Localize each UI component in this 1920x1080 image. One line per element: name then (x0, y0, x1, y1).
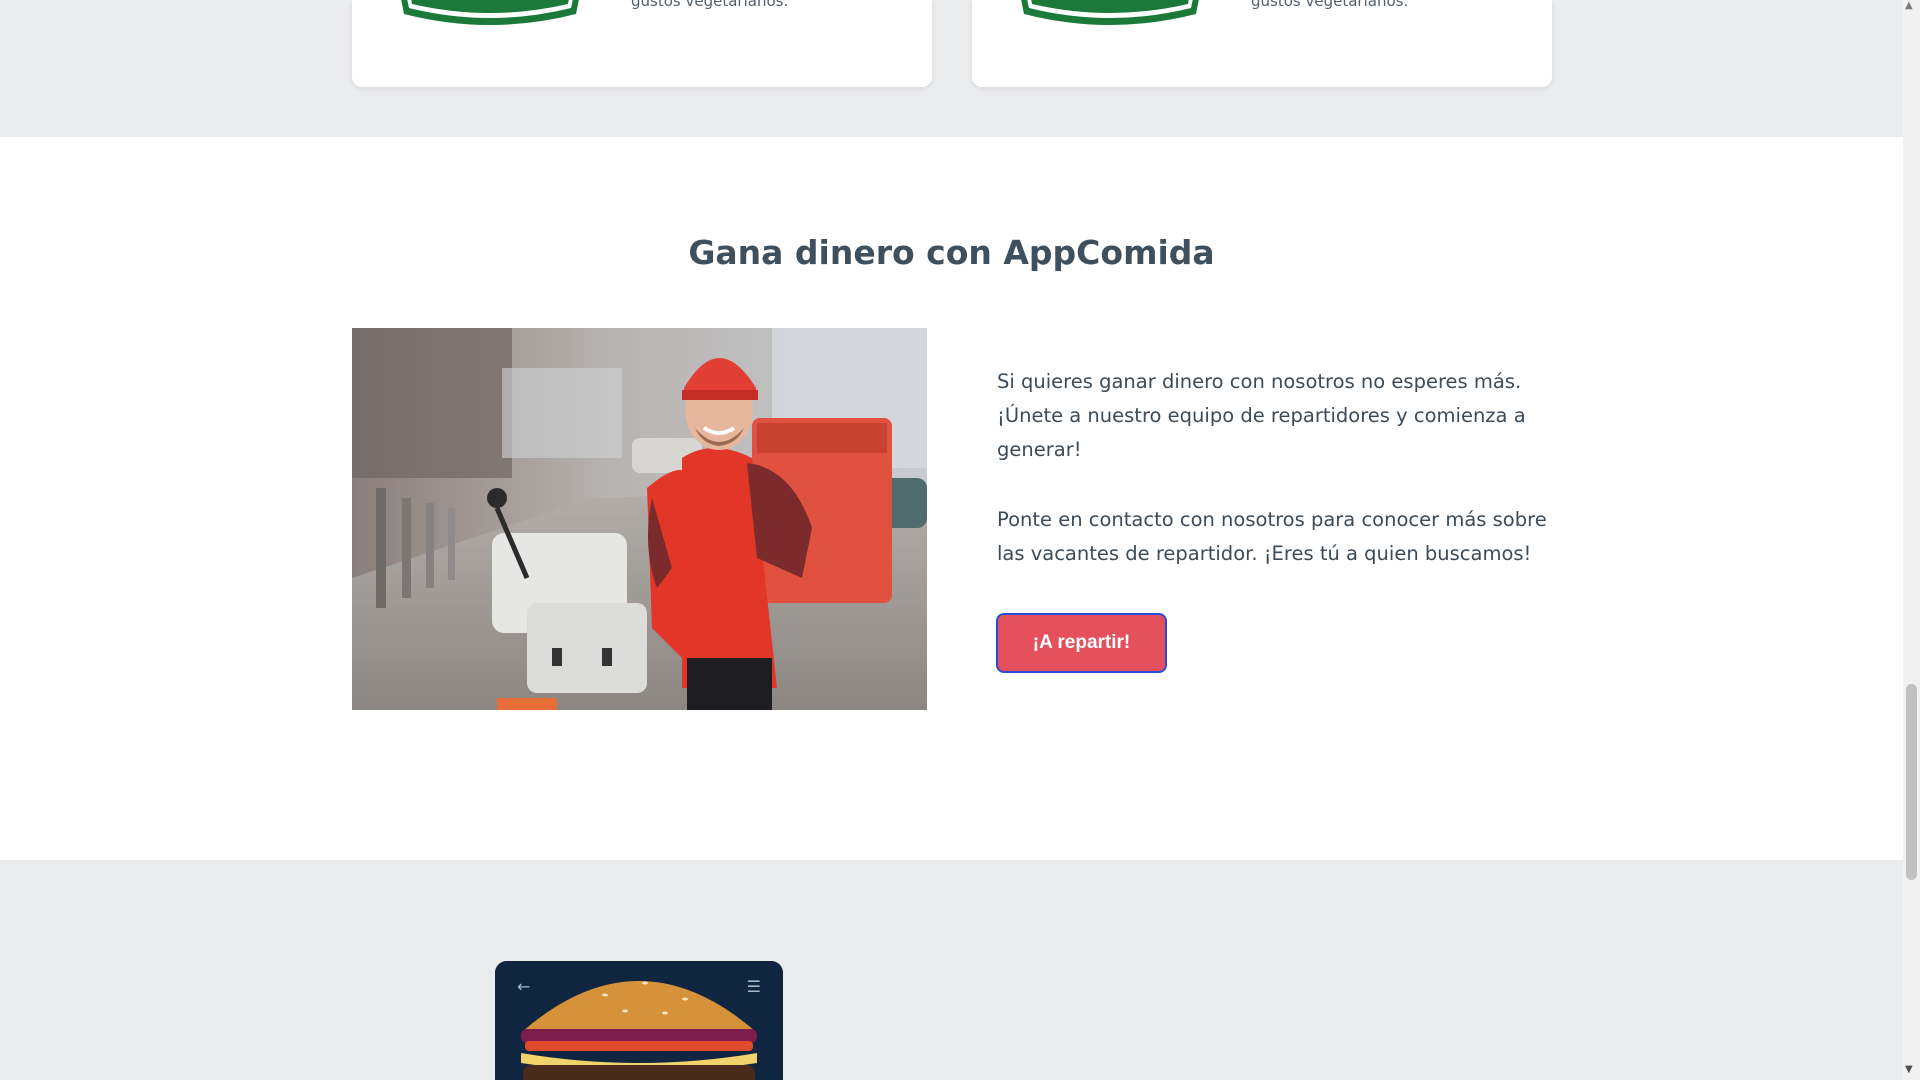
app-preview-band: ← ☰ (0, 860, 1903, 1080)
scrollbar-thumb[interactable] (1906, 684, 1917, 880)
scroll-down-arrow-icon[interactable]: ▼ (1905, 1064, 1913, 1075)
restaurant-description: gustos vegetarianos. (631, 0, 789, 10)
delivery-section: Gana dinero con AppComida Si quieres gan… (0, 137, 1903, 860)
restaurant-description: gustos vegetarianos. (1251, 0, 1409, 10)
scroll-up-arrow-icon[interactable]: ▲ (1905, 0, 1913, 11)
restaurant-card[interactable]: gustos vegetarianos. (972, 0, 1552, 87)
enchiladas-logo (1021, 0, 1199, 25)
restaurant-card[interactable]: gustos vegetarianos. (352, 0, 932, 87)
menu-icon[interactable]: ☰ (747, 977, 761, 996)
enchiladas-logo (401, 0, 579, 25)
page-scrollbar[interactable]: ▲ ▼ (1903, 0, 1920, 1080)
delivery-person-image (352, 328, 927, 710)
arrow-left-icon[interactable]: ← (517, 977, 530, 996)
page-viewport: gustos vegetarianos. gustos vegetarianos… (0, 0, 1903, 1080)
paragraph-join: Si quieres ganar dinero con nosotros no … (997, 370, 1526, 461)
a-repartir-button[interactable]: ¡A repartir! (996, 613, 1167, 673)
section-title: Gana dinero con AppComida (688, 233, 1215, 272)
app-preview-phone: ← ☰ (495, 961, 783, 1080)
section-copy: Si quieres ganar dinero con nosotros no … (997, 365, 1557, 571)
restaurants-band: gustos vegetarianos. gustos vegetarianos… (0, 0, 1903, 137)
burger-image (495, 961, 783, 1080)
paragraph-contact: Ponte en contacto con nosotros para cono… (997, 508, 1547, 565)
